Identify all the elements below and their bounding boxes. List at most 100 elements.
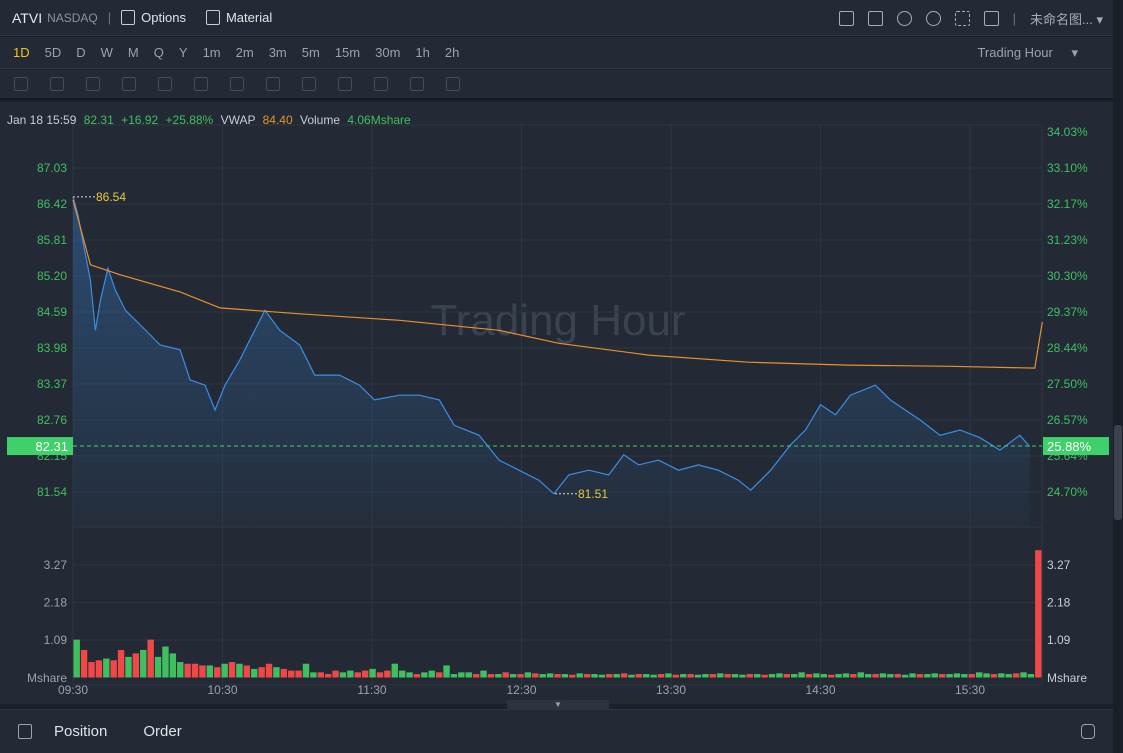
volume-bar xyxy=(125,656,132,678)
period-3m[interactable]: 3m xyxy=(269,45,287,60)
volume-bar xyxy=(251,668,258,678)
period-D[interactable]: D xyxy=(76,45,85,60)
pattern-tool-icon[interactable] xyxy=(86,77,100,91)
pct-tick-label: 31.23% xyxy=(1047,233,1088,247)
arrow-tool-icon[interactable] xyxy=(158,77,172,91)
copy-icon[interactable] xyxy=(410,77,424,91)
volume-bar xyxy=(332,670,339,678)
volume-bar xyxy=(835,674,842,678)
period-5D[interactable]: 5D xyxy=(45,45,62,60)
volume-bar xyxy=(827,674,835,678)
volume-bar xyxy=(916,674,924,678)
options-button[interactable]: Options xyxy=(121,10,186,25)
layout-select[interactable]: 未命名图... ▾ xyxy=(1030,9,1103,28)
period-2m[interactable]: 2m xyxy=(236,45,254,60)
session-select[interactable]: Trading Hour ▾ xyxy=(977,45,1078,61)
volume-bar xyxy=(983,673,990,678)
period-bar: 1D 5D D W M Q Y 1m 2m 3m 5m 15m 30m 1h 2h Trading Hour … xyxy=(0,37,1113,69)
volume-bar xyxy=(324,674,332,678)
volume-bar xyxy=(421,672,428,678)
volume-bar xyxy=(864,674,872,678)
volume-bar xyxy=(761,674,768,678)
period-W[interactable]: W xyxy=(101,45,113,60)
volume-bar xyxy=(406,672,413,678)
volume-bar xyxy=(791,674,798,678)
volume-bar xyxy=(576,673,583,678)
panel-resize-handle[interactable]: ▼ xyxy=(507,700,609,710)
popout-icon[interactable] xyxy=(1081,724,1095,739)
pct-tick-label: 27.50% xyxy=(1047,377,1088,391)
price-area xyxy=(73,196,1030,527)
options-icon xyxy=(121,10,136,25)
period-M[interactable]: M xyxy=(128,45,139,60)
volume-tick-label-right: 2.18 xyxy=(1047,596,1071,610)
eye-icon[interactable] xyxy=(338,77,352,91)
volume-bar xyxy=(495,674,502,678)
chart-panel[interactable]: Jan 18 15:59 82.31 +16.92 +25.88% VWAP 8… xyxy=(0,102,1113,704)
x-tick-label: 12:30 xyxy=(506,683,536,697)
volume-bar xyxy=(443,665,450,678)
indicator-icon[interactable] xyxy=(838,10,854,26)
price-chart[interactable]: Jan 18 15:59 82.31 +16.92 +25.88% VWAP 8… xyxy=(0,102,1113,704)
volume-bar xyxy=(117,649,125,678)
volume-bar xyxy=(561,674,569,678)
volume-bar xyxy=(280,668,288,678)
x-tick-label: 10:30 xyxy=(207,683,237,697)
volume-bar xyxy=(391,663,398,678)
label-tool-icon[interactable] xyxy=(230,77,244,91)
volume-bar xyxy=(532,673,539,678)
scrollbar-thumb[interactable] xyxy=(1114,425,1122,520)
y-tick-label: 85.81 xyxy=(37,233,67,247)
trash-icon[interactable] xyxy=(446,77,460,91)
draw-icon[interactable] xyxy=(867,10,883,26)
magnet-icon[interactable] xyxy=(374,77,388,91)
period-1D[interactable]: 1D xyxy=(13,45,30,60)
volume-bar xyxy=(702,674,709,678)
rect-tool-icon[interactable] xyxy=(50,77,64,91)
pencil-icon[interactable] xyxy=(266,77,280,91)
material-button[interactable]: Material xyxy=(205,10,272,25)
tab-order[interactable]: Order xyxy=(143,723,181,740)
settings-icon[interactable] xyxy=(925,10,941,26)
measure-tool-icon[interactable] xyxy=(194,77,208,91)
tab-position[interactable]: Position xyxy=(54,723,107,740)
volume-bar xyxy=(783,674,791,678)
volume-bar xyxy=(990,674,998,678)
volume-bar xyxy=(265,663,273,678)
volume-bar xyxy=(317,672,324,678)
volume-bar xyxy=(221,663,228,678)
volume-bar xyxy=(961,674,968,678)
volume-bar xyxy=(110,660,117,678)
period-5m[interactable]: 5m xyxy=(302,45,320,60)
volume-bar xyxy=(199,665,206,678)
volume-bar xyxy=(73,639,80,678)
volume-bar xyxy=(80,649,88,678)
period-2h[interactable]: 2h xyxy=(445,45,459,60)
fullscreen-icon[interactable] xyxy=(954,10,970,26)
period-30m[interactable]: 30m xyxy=(375,45,400,60)
volume-bar xyxy=(754,674,761,678)
volume-bar xyxy=(369,668,376,678)
lock-icon[interactable] xyxy=(302,77,316,91)
y-tick-label: 82.76 xyxy=(37,413,67,427)
layout-grid-icon[interactable] xyxy=(983,10,999,26)
period-15m[interactable]: 15m xyxy=(335,45,360,60)
volume-bar xyxy=(517,674,524,678)
volume-bar xyxy=(583,674,591,678)
period-Y[interactable]: Y xyxy=(179,45,188,60)
scrollbar[interactable] xyxy=(1113,0,1123,753)
volume-bar xyxy=(998,673,1005,678)
period-Q[interactable]: Q xyxy=(154,45,164,60)
line-tool-icon[interactable] xyxy=(14,77,28,91)
volume-bar xyxy=(694,674,702,678)
fib-tool-icon[interactable] xyxy=(122,77,136,91)
undo-icon[interactable] xyxy=(896,10,912,26)
period-1h[interactable]: 1h xyxy=(415,45,429,60)
y-tick-label: 84.59 xyxy=(37,305,67,319)
panel-toggle-icon[interactable] xyxy=(18,724,32,739)
volume-unit: Mshare xyxy=(27,671,67,685)
volume-bar xyxy=(672,674,680,678)
volume-bar xyxy=(717,673,724,678)
volume-bar xyxy=(435,672,443,678)
period-1m[interactable]: 1m xyxy=(203,45,221,60)
